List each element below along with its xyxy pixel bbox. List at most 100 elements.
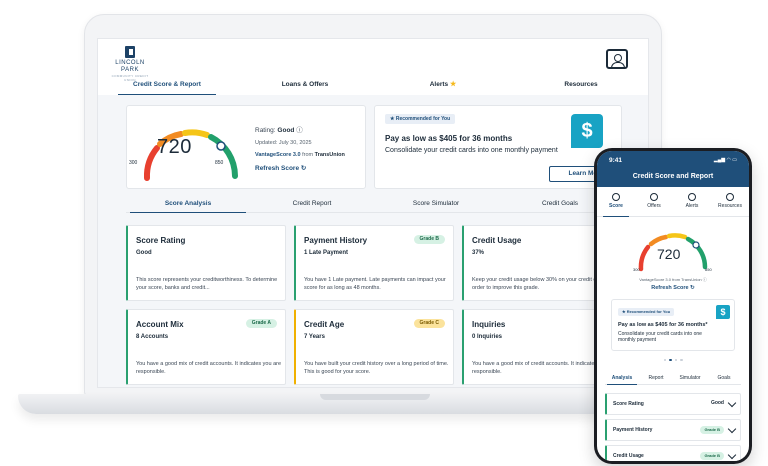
nav-loans-offers[interactable]: Loans & Offers [236,79,374,95]
offers-icon [650,193,658,201]
score-model-from: from [302,152,314,158]
tile-description: This score represents your creditworthin… [136,277,278,291]
more-icon [726,193,734,201]
updated-date: Updated: July 30, 2025 [255,140,312,146]
nav-credit-score-report[interactable]: Credit Score & Report [98,79,236,95]
phone-tabs: Score Offers Alerts Resources [597,191,749,217]
carousel-dots[interactable] [387,180,411,188]
phone-tab-score[interactable]: Score [597,191,635,217]
star-icon: ★ [449,81,457,88]
tile-value: 7 Years [304,334,325,340]
brand-logo[interactable]: LINCOLN PARK COMMUNITY CREDIT UNION [108,46,152,82]
phone-score-value: 720 [657,246,681,262]
rating-label: Rating: [255,127,276,134]
vantage-link[interactable]: VantageScore 3.0 [255,152,301,158]
phone-tab-resources[interactable]: Resources [711,191,749,216]
gauge-segment-yellow [182,129,210,138]
refresh-icon: ↻ [300,165,307,172]
gauge-segment-orange [648,234,669,247]
carousel-dot[interactable] [674,358,677,361]
phone-tab-analysis[interactable]: Analysis [605,373,639,385]
score-icon [612,193,620,201]
info-icon[interactable]: ⓘ [703,277,707,282]
grade-badge: Grade C [413,319,445,328]
factor-tile-credit-age[interactable]: Credit Age Grade C 7 Years You have buil… [294,309,454,385]
phone-carousel-dots[interactable] [597,355,749,361]
recommended-label: Recommended for You [395,116,451,122]
tile-title: Credit Age [304,320,345,329]
tab-score-simulator[interactable]: Score Simulator [374,197,498,212]
phone-tab-label: Offers [647,203,661,209]
rating-line: Rating: Good ⓘ [255,124,363,134]
nav-resources[interactable]: Resources [512,79,648,95]
score-min: 300 [129,160,138,166]
tab-credit-report[interactable]: Credit Report [250,197,374,212]
tile-description: You have built your credit history over … [304,361,449,375]
promo-title: Pay as low as $405 for 36 months [385,134,513,143]
phone-tab-offers[interactable]: Offers [635,191,673,216]
tile-value: Good [136,250,152,256]
phone-promo-description: Consolidate your credit cards into one m… [618,331,702,343]
bureau-name: TransUnion [314,152,345,158]
phone-analysis-tabs: Analysis Report Simulator Goals [605,373,741,385]
phone-tab-label: Score [609,203,623,209]
grade-badge: Grade A [245,319,277,328]
star-icon: ★ [390,116,395,122]
tile-title: Inquiries [472,320,506,329]
phone-row-payment-history[interactable]: Payment History Grade B [605,419,741,441]
gauge-segment-red [143,145,160,181]
phone-promo-card[interactable]: ★ Recommended for You $ Pay as low as $4… [611,299,735,351]
recommended-badge: ★ Recommended for You [618,308,675,316]
refresh-score-button[interactable]: Refresh Score ↻ [255,164,363,172]
laptop-notch [320,394,430,400]
phone-refresh-label: Refresh Score [651,285,689,291]
phone-refresh-button[interactable]: Refresh Score ↻ [597,285,749,291]
carousel-dot[interactable] [663,358,666,361]
gauge-segment-red [638,244,651,272]
nav-alerts-label: Alerts [429,81,449,88]
grade-badge: Grade B [413,235,445,244]
phone-header: 9:41 ▂▄▆ ◠ ▭ Credit Score and Report [597,151,749,187]
factor-tile-account-mix[interactable]: Account Mix Grade A 8 Accounts You have … [126,309,286,385]
phone-frame: 9:41 ▂▄▆ ◠ ▭ Credit Score and Report Sco… [594,148,752,464]
phone-tab-goals[interactable]: Goals [707,373,741,384]
star-icon: ★ [622,309,626,314]
tab-score-analysis[interactable]: Score Analysis [126,197,250,213]
grade-badge: Grade B [700,426,724,434]
logo-text: LINCOLN PARK [115,60,145,73]
phone-tab-simulator[interactable]: Simulator [673,373,707,384]
phone-promo-title: Pay as low as $405 for 36 months* [618,322,708,328]
row-title: Payment History [613,427,653,433]
phone-tab-alerts[interactable]: Alerts [673,191,711,216]
status-icons: ▂▄▆ ◠ ▭ [713,157,737,163]
logo-mark-icon [125,46,135,58]
bell-icon [688,193,696,201]
analysis-tabs: Score Analysis Credit Report Score Simul… [126,197,622,213]
tile-title: Credit Usage [472,236,522,245]
phone-score-model: VantageScore 3.0 from TransUnion ⓘ [597,277,749,283]
dollar-chat-icon: $ [571,114,603,148]
score-model: VantageScore 3.0 from TransUnion [255,152,363,158]
chevron-down-icon [727,450,737,460]
credit-score-value: 720 [157,136,192,158]
profile-avatar-icon[interactable] [606,49,628,69]
score-card: 720 300 850 Rating: Good ⓘ Updated: July… [126,105,366,189]
nav-alerts[interactable]: Alerts ★ [374,79,512,95]
phone-row-credit-usage[interactable]: Credit Usage Grade B [605,445,741,461]
tile-value: 0 Inquiries [472,334,503,340]
gauge-marker [216,141,226,151]
factor-tile-payment-history[interactable]: Payment History Grade B 1 Late Payment Y… [294,225,454,301]
info-icon[interactable]: ⓘ [296,127,303,134]
tile-value: 8 Accounts [136,334,169,340]
carousel-dot[interactable] [669,358,672,361]
phone-row-score-rating[interactable]: Score Rating Good [605,393,741,415]
phone-score-model-label: VantageScore 3.0 from TransUnion [639,277,702,282]
factor-tile-score-rating[interactable]: Score Rating Good This score represents … [126,225,286,301]
rating-info: Rating: Good ⓘ Updated: July 30, 2025 Va… [255,124,363,172]
device-mockup: LINCOLN PARK COMMUNITY CREDIT UNION Cred… [0,0,768,466]
tile-title: Account Mix [136,320,184,329]
phone-tab-report[interactable]: Report [639,373,673,384]
promo-card: ★ Recommended for You Pay as low as $405… [374,105,622,189]
carousel-dot[interactable] [680,358,683,361]
refresh-score-label: Refresh Score [255,165,300,172]
